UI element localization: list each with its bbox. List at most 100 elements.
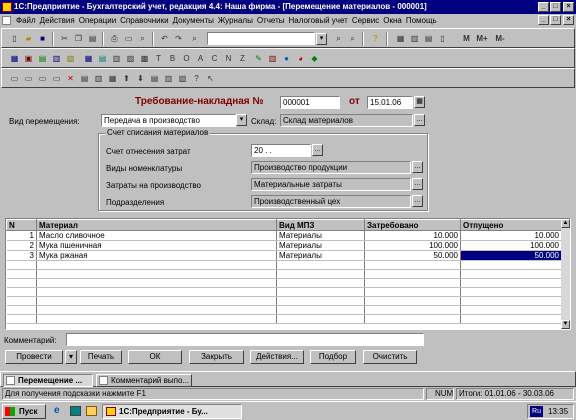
menu-item-0[interactable]: Файл <box>14 14 38 27</box>
comment-field[interactable] <box>66 333 424 346</box>
table-row[interactable]: 2 Мука пшеничная Материалы 100.000 100.0… <box>6 240 562 251</box>
document-date-field[interactable]: 15.01.06 <box>367 96 413 109</box>
col-material[interactable]: Материал <box>36 219 277 231</box>
table-row[interactable]: 3 Мука ржаная Материалы 50.000 50.000 <box>6 250 562 261</box>
table-row[interactable]: 1 Масло сливочное Материалы 10.000 10.00… <box>6 230 562 241</box>
division-field[interactable]: Производственный цех <box>251 195 411 208</box>
new-icon[interactable]: ▯ <box>8 32 21 45</box>
open-icon[interactable]: ▰ <box>22 32 35 45</box>
journal-icon[interactable]: ▦ <box>8 52 21 65</box>
delete-row-icon[interactable]: ✕ <box>64 72 77 85</box>
sheet-icon[interactable]: ▩ <box>138 52 151 65</box>
book-icon[interactable]: ▥ <box>266 52 279 65</box>
search-icon[interactable]: ⌕ <box>188 32 201 45</box>
balance-icon[interactable]: ▧ <box>64 52 77 65</box>
add-row-icon[interactable]: ▭ <box>8 72 21 85</box>
calendar-button[interactable]: ▦ <box>414 96 425 108</box>
card-a-icon[interactable]: A <box>194 52 207 65</box>
paste-icon[interactable]: ▤ <box>86 32 99 45</box>
row-material[interactable]: Масло сливочное <box>36 230 277 241</box>
account-field[interactable]: 20 . . <box>251 144 311 157</box>
menu-item-5[interactable]: Журналы <box>216 14 255 27</box>
copy-icon[interactable]: ❐ <box>72 32 85 45</box>
card-n-icon[interactable]: N <box>222 52 235 65</box>
costs-field[interactable]: Материальные затраты <box>251 178 411 191</box>
menu-item-3[interactable]: Справочники <box>118 14 170 27</box>
scroll-up-button[interactable]: ▲ <box>561 219 570 228</box>
document-number-field[interactable]: 000001 <box>280 96 340 109</box>
doc-close-button[interactable]: × <box>563 15 574 25</box>
row-mpz-type[interactable]: Материалы <box>276 240 365 251</box>
mem-mplus-button[interactable]: M+ <box>474 32 490 45</box>
nomenclature-field[interactable]: Производство продукции <box>251 161 411 174</box>
scroll-down-button[interactable]: ▼ <box>561 320 570 329</box>
account-select-button[interactable]: … <box>312 144 323 156</box>
menu-item-2[interactable]: Операции <box>77 14 118 27</box>
card-o-icon[interactable]: O <box>180 52 193 65</box>
filter-icon[interactable]: ▥ <box>92 72 105 85</box>
tree-icon[interactable]: ▤ <box>78 72 91 85</box>
question-icon[interactable]: ? <box>190 72 203 85</box>
cursor-icon[interactable]: ↖ <box>204 72 217 85</box>
quicklaunch-ie-icon[interactable]: e <box>54 405 66 417</box>
print-button[interactable]: Печать <box>80 350 122 364</box>
post-button[interactable]: Провести <box>5 350 63 364</box>
text-icon[interactable]: ▯ <box>436 32 449 45</box>
doc-restore-button[interactable]: □ <box>550 15 561 25</box>
menu-item-8[interactable]: Сервис <box>350 14 381 27</box>
table-scrollbar[interactable]: ▲ ▼ <box>561 219 570 329</box>
doc-minimize-button[interactable]: _ <box>538 15 549 25</box>
edit-row-icon[interactable]: ▭ <box>36 72 49 85</box>
movement-select[interactable]: Передача в производство <box>101 114 236 127</box>
print-icon[interactable]: ⎙ <box>108 32 121 45</box>
materials-table[interactable]: N Материал Вид МПЗ Затребовано Отпущено … <box>5 218 571 330</box>
row-requested[interactable]: 10.000 <box>364 230 461 241</box>
costs-select-button[interactable]: … <box>412 178 423 190</box>
undo-icon[interactable]: ↶ <box>158 32 171 45</box>
search-combo-dropdown[interactable]: ▾ <box>316 33 327 45</box>
redo-icon[interactable]: ↷ <box>172 32 185 45</box>
save-icon[interactable]: ■ <box>36 32 49 45</box>
flag-icon[interactable]: ◆ <box>308 52 321 65</box>
col-requested[interactable]: Затребовано <box>364 219 461 231</box>
menu-item-1[interactable]: Действия <box>38 14 77 27</box>
division-select-button[interactable]: … <box>412 195 423 207</box>
sort-desc-icon[interactable]: ▥ <box>162 72 175 85</box>
menu-item-7[interactable]: Налоговый учет <box>286 14 349 27</box>
close-button[interactable]: × <box>563 2 574 12</box>
new-group-icon[interactable]: ▭ <box>50 72 63 85</box>
copy-row-icon[interactable]: ▭ <box>22 72 35 85</box>
docs-icon[interactable]: ▤ <box>96 52 109 65</box>
row-material[interactable]: Мука ржаная <box>36 250 277 261</box>
row-requested[interactable]: 100.000 <box>364 240 461 251</box>
find-icon[interactable]: ⌕ <box>136 32 149 45</box>
help-icon[interactable]: ? <box>369 32 382 45</box>
entries-icon[interactable]: ▤ <box>36 52 49 65</box>
operations-icon[interactable]: ▣ <box>22 52 35 65</box>
chart-icon[interactable]: ◕ <box>294 52 307 65</box>
card-z-icon[interactable]: Z <box>236 52 249 65</box>
mem-m-button[interactable]: M <box>460 32 473 45</box>
card-b-icon[interactable]: B <box>166 52 179 65</box>
table-icon[interactable]: ▤ <box>422 32 435 45</box>
row-released[interactable]: 100.000 <box>460 240 562 251</box>
mem-mminus-button[interactable]: M- <box>492 32 508 45</box>
minimize-button[interactable]: _ <box>538 2 549 12</box>
move-up-icon[interactable]: ⬆ <box>120 72 133 85</box>
calendar-icon[interactable]: ▥ <box>408 32 421 45</box>
tax-icon[interactable]: ▨ <box>124 52 137 65</box>
globe-icon[interactable]: ● <box>280 52 293 65</box>
report-icon[interactable]: ▥ <box>110 52 123 65</box>
col-mpz-type[interactable]: Вид МПЗ <box>276 219 365 231</box>
start-button[interactable]: Пуск <box>2 404 46 419</box>
maximize-button[interactable]: □ <box>550 2 561 12</box>
clear-button[interactable]: Очистить <box>363 350 417 364</box>
taskbar-app-button[interactable]: 1С:Предприятие - Бу... <box>102 404 242 419</box>
card-t-icon[interactable]: T <box>152 52 165 65</box>
row-material[interactable]: Мука пшеничная <box>36 240 277 251</box>
warehouse-select-button[interactable]: … <box>414 114 425 126</box>
movement-dropdown[interactable]: ▾ <box>236 114 247 126</box>
menu-item-6[interactable]: Отчеты <box>255 14 287 27</box>
warehouse-field[interactable]: Склад материалов <box>280 114 413 127</box>
row-mpz-type[interactable]: Материалы <box>276 230 365 241</box>
